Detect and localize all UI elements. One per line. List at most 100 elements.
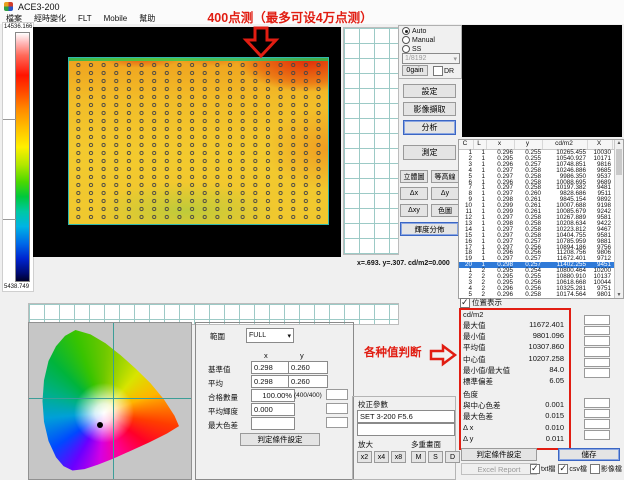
cie-crosshair-horizontal — [29, 398, 191, 399]
scale-tick — [3, 119, 16, 120]
reference-y-field[interactable]: 0.260 — [288, 361, 328, 374]
menu-item[interactable]: 經時變化 — [28, 13, 72, 24]
zoom-x4-button[interactable]: x4 — [374, 451, 389, 463]
stat-value: 9801.096 — [533, 331, 564, 342]
gain-button[interactable]: 0gain — [402, 65, 428, 76]
settings-button[interactable]: 設定 — [403, 84, 456, 98]
stat-value: 10207.258 — [529, 354, 564, 365]
table-header-cell: y — [515, 140, 543, 149]
scroll-down-icon[interactable]: ▼ — [615, 292, 623, 298]
multiscreen-d-button[interactable]: D — [445, 451, 460, 463]
position-display-checkbox[interactable]: 位置表示 — [460, 297, 502, 308]
image-capture-button[interactable]: 影像擷取 — [403, 102, 456, 116]
stat-indicator-box — [584, 326, 610, 336]
judge-condition-button[interactable]: 判定條件設定 — [461, 448, 537, 461]
zoom-x8-button[interactable]: x8 — [391, 451, 406, 463]
pass-count-label: 合格數量 — [208, 392, 238, 403]
measurement-table[interactable]: CLxycd/m2X 110.2960.25510265.45510030210… — [458, 139, 624, 299]
stat-row: 與中心色差0.001 — [463, 400, 564, 411]
delta-y-button[interactable]: Δy — [431, 187, 459, 200]
dr-checkbox[interactable]: DR — [433, 66, 454, 76]
stat-row: 平均值10307.860 — [463, 342, 564, 353]
delta-x-button[interactable]: Δx — [400, 187, 428, 200]
radio-label: SS — [412, 46, 421, 53]
colormap-button[interactable]: 色圖 — [431, 204, 459, 217]
scrollbar-thumb[interactable] — [616, 149, 622, 175]
capture-mode-option[interactable]: SS — [402, 45, 461, 53]
stat-row: 最大值11672.401 — [463, 320, 564, 331]
file-option-checkbox[interactable]: csv檔 — [558, 464, 587, 474]
analyze-button[interactable]: 分析 — [403, 120, 456, 135]
average-y-field[interactable]: 0.260 — [288, 375, 328, 388]
stat-value: 0.001 — [545, 400, 564, 411]
stat-indicator-box — [584, 409, 610, 419]
file-option-label: csv檔 — [569, 464, 587, 474]
stat-label: 中心值 — [463, 354, 486, 365]
file-option-checkbox[interactable]: txt檔 — [530, 464, 555, 474]
scale-min-label: 5438.749 — [4, 284, 29, 290]
view-3d-button[interactable]: 立體圖 — [400, 170, 428, 183]
luminance-distribution-button[interactable]: 輝度分佈 — [400, 222, 459, 236]
capture-mode-option[interactable]: Auto — [402, 27, 461, 35]
stat-indicator-box — [584, 368, 610, 378]
stat-value: 0.015 — [545, 411, 564, 422]
contour-button[interactable]: 等高線 — [431, 170, 459, 183]
stat-value: 6.05 — [549, 376, 564, 387]
average-x-field[interactable]: 0.298 — [251, 375, 291, 388]
pass-percent-field[interactable]: 100.00% — [251, 389, 295, 402]
capture-mode-option[interactable]: Manual — [402, 36, 461, 44]
range-condition-button[interactable]: 判定條件設定 — [240, 433, 320, 446]
max-color-diff-field[interactable] — [251, 417, 295, 430]
zoom-x2-button[interactable]: x2 — [357, 451, 372, 463]
delta-xy-button[interactable]: Δxy — [400, 204, 428, 217]
stat-indicator-column — [584, 398, 610, 441]
checkbox-icon — [433, 66, 443, 76]
checkbox-icon — [530, 464, 540, 474]
menu-item[interactable]: FLT — [72, 14, 98, 23]
measure-button[interactable]: 測定 — [403, 145, 456, 160]
chevron-down-icon: ▾ — [453, 55, 457, 63]
menu-item[interactable]: 幫助 — [133, 13, 161, 24]
file-option-checkbox[interactable]: 影像檔 — [590, 464, 622, 474]
table-header-cell: C — [459, 140, 474, 149]
table-scrollbar[interactable]: ▲▼ — [614, 140, 623, 298]
stat-label: 標準偏差 — [463, 376, 493, 387]
stat-indicator-box — [584, 336, 610, 346]
zoom-label: 放大 — [358, 439, 373, 450]
color-gradient-bar — [15, 32, 30, 282]
table-header-cell: X — [588, 140, 613, 149]
annotation-right-arrow-icon — [429, 344, 457, 366]
reference-x-field[interactable]: 0.298 — [251, 361, 291, 374]
table-cell: 10174.564 — [543, 292, 588, 298]
stat-label: 最大值 — [463, 320, 486, 331]
radio-icon — [402, 36, 410, 44]
calibration-set-field[interactable]: SET 3-200 F5.6 — [357, 410, 455, 423]
save-button[interactable]: 儲存 — [558, 448, 620, 461]
cie-crosshair-vertical — [113, 323, 114, 479]
stat-row: 最小值/最大值84.0 — [463, 365, 564, 376]
average-label: 平均 — [208, 378, 223, 389]
statistics-panel: cd/m2 最大值11672.401最小值9801.096平均值10307.86… — [463, 310, 564, 445]
annotation-values-note: 各种值判断 — [364, 344, 422, 360]
checkbox-icon — [460, 298, 470, 308]
stat-label: 最大色差 — [463, 411, 493, 422]
menu-item[interactable]: Mobile — [98, 14, 134, 23]
multiscreen-m-button[interactable]: M — [411, 451, 426, 463]
calibration-extra-field[interactable] — [357, 423, 455, 436]
range-judgment-panel: 範圍 FULL▾ x y 基準值 0.298 0.260 平均 0.298 0.… — [195, 322, 354, 480]
pass-count-fraction: (400/400) — [294, 392, 322, 399]
checkbox-icon — [590, 464, 600, 474]
measured-screen-area[interactable] — [68, 57, 329, 225]
stat-indicator-box — [584, 419, 610, 429]
calibration-title: 校正參數 — [358, 399, 388, 410]
excel-report-button[interactable]: Excel Report — [461, 463, 537, 475]
exposure-select[interactable]: 1/8192▾ — [402, 53, 460, 64]
stat-indicator-box — [584, 315, 610, 325]
avg-luminance-field[interactable]: 0.000 — [251, 403, 295, 416]
multiscreen-s-button[interactable]: S — [428, 451, 443, 463]
luminance-indicator-box — [326, 403, 348, 414]
file-option-label: 影像檔 — [601, 464, 622, 474]
radio-label: Auto — [412, 28, 426, 35]
range-select[interactable]: FULL▾ — [246, 328, 294, 343]
luminance-heatmap-panel[interactable] — [33, 27, 341, 257]
